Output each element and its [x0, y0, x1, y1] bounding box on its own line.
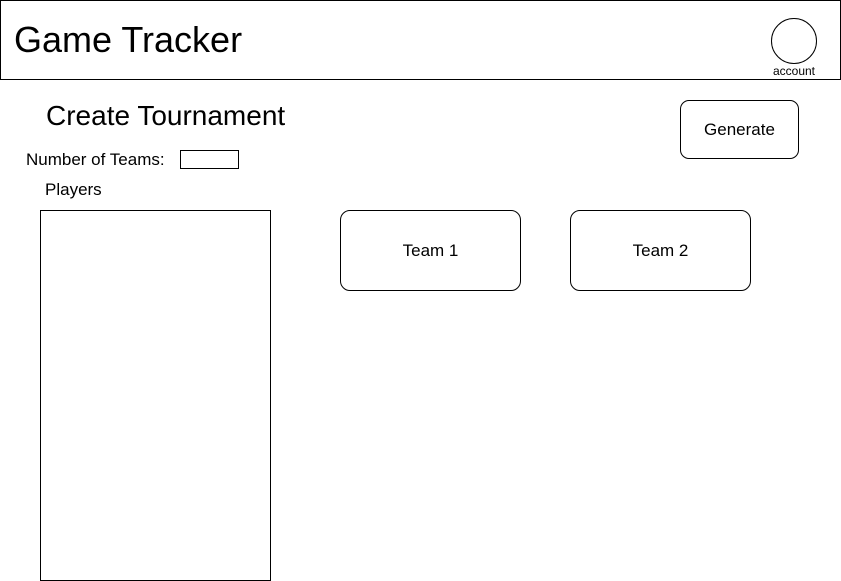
generate-button[interactable]: Generate [680, 100, 799, 159]
app-header: Game Tracker account [0, 0, 841, 80]
number-of-teams-label: Number of Teams: [26, 150, 165, 169]
game-tracker-page: Game Tracker account Create Tournament G… [0, 0, 841, 581]
players-list[interactable] [40, 210, 271, 581]
players-label: Players [45, 180, 102, 199]
team-card-2[interactable]: Team 2 [570, 210, 751, 291]
account-label: account [772, 64, 816, 78]
page-title: Create Tournament [46, 100, 286, 131]
number-of-teams-input[interactable] [180, 150, 239, 169]
team-card-1[interactable]: Team 1 [340, 210, 521, 291]
app-title: Game Tracker [14, 19, 243, 60]
account-avatar-icon[interactable] [771, 18, 817, 64]
